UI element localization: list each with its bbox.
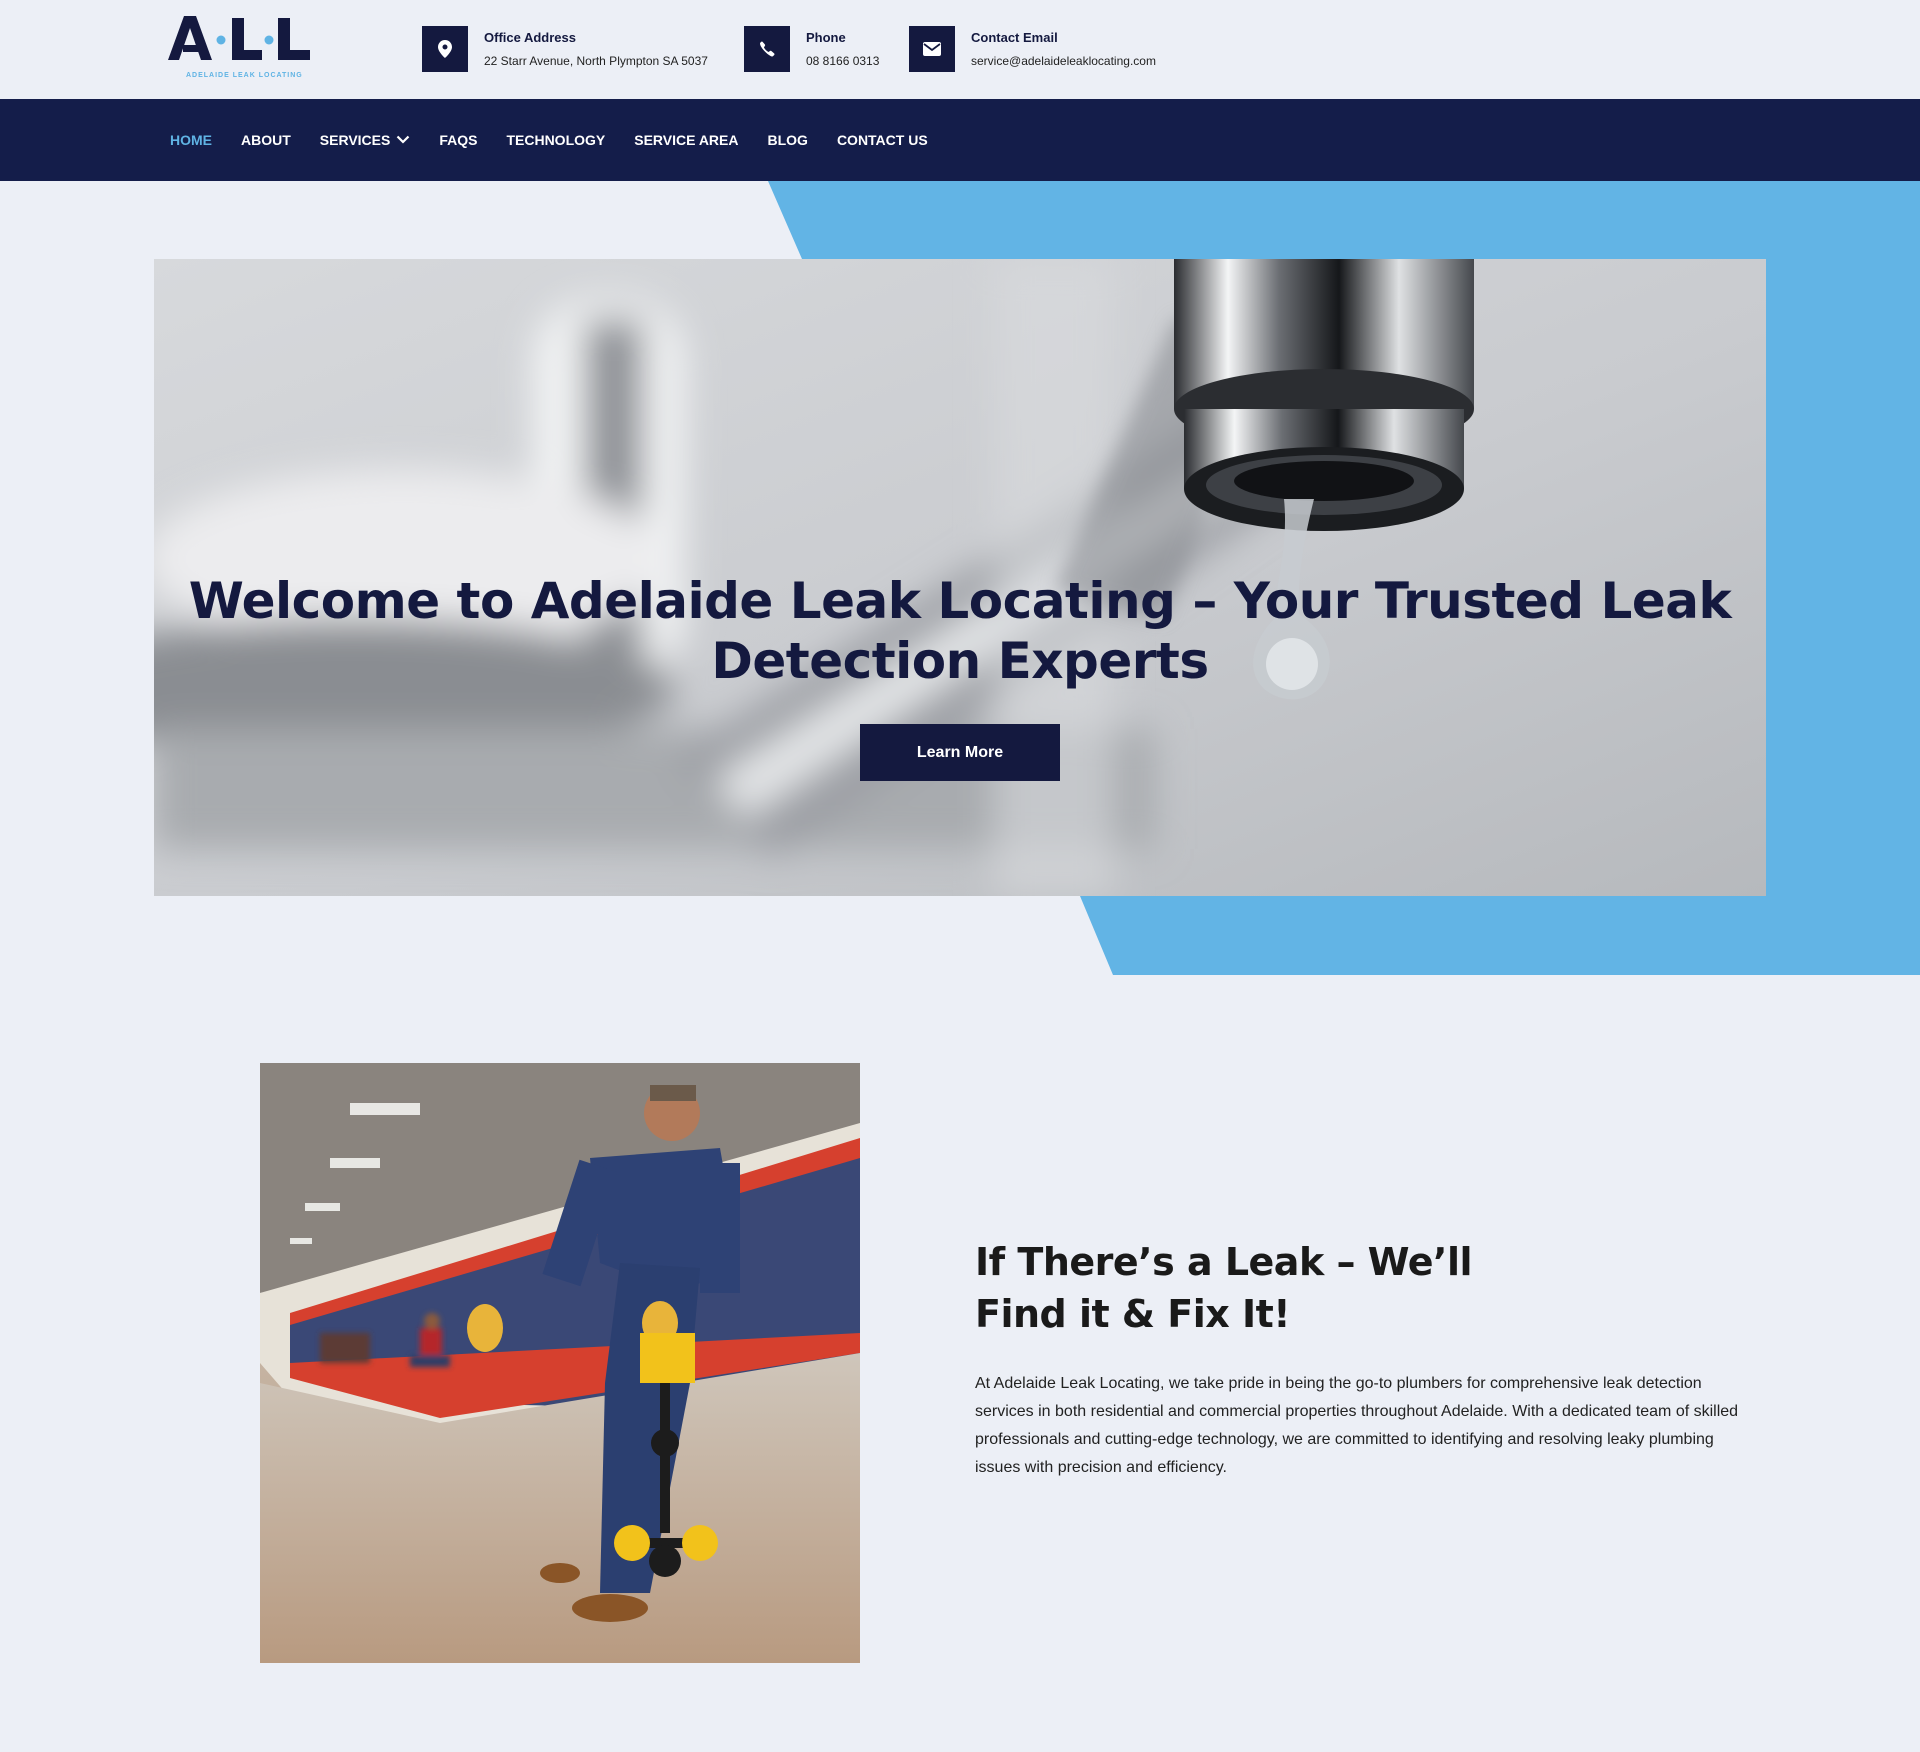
nav-blog[interactable]: Blog	[767, 132, 807, 148]
nav-technology[interactable]: Technology	[506, 132, 605, 148]
nav-faqs[interactable]: FAQs	[439, 132, 477, 148]
hero-title: Welcome to Adelaide Leak Locating – Your…	[188, 572, 1732, 690]
about-paragraph: At Adelaide Leak Locating, we take pride…	[975, 1375, 1739, 1476]
learn-more-button[interactable]: Learn More	[860, 724, 1060, 781]
nav-services[interactable]: Services	[319, 132, 410, 148]
phone-value[interactable]: 08 8166 0313	[806, 51, 879, 71]
nav-about[interactable]: About	[241, 132, 291, 148]
logo-tagline: ADELAIDE LEAK LOCATING	[186, 72, 303, 79]
site-logo[interactable]: ADELAIDE LEAK LOCATING	[166, 14, 314, 82]
top-bar: ADELAIDE LEAK LOCATING Office Address 22…	[0, 0, 1920, 99]
office-address-title: Office Address	[484, 30, 576, 45]
email-value[interactable]: service@adelaideleaklocating.com	[971, 51, 1156, 71]
nav-service-area[interactable]: Service Area	[634, 132, 738, 148]
main-navigation: Home About Services FAQs Technology Serv…	[0, 99, 1920, 181]
logo-mark	[168, 16, 310, 60]
about-heading: If There’s a Leak – We’ll Find it & Fix …	[975, 1240, 1473, 1336]
phone-title: Phone	[806, 30, 846, 45]
phone-icon	[744, 26, 790, 72]
envelope-icon	[909, 26, 955, 72]
email-title: Contact Email	[971, 30, 1058, 45]
nav-services-label: Services	[319, 132, 391, 148]
technician-leak-detection-image	[260, 1063, 860, 1663]
office-address-value: 22 Starr Avenue, North Plympton SA 5037	[484, 54, 708, 68]
chevron-down-icon[interactable]	[396, 132, 410, 148]
nav-home[interactable]: Home	[170, 132, 212, 148]
nav-faqs-label: FAQs	[439, 132, 478, 148]
nav-contact-us[interactable]: Contact Us	[837, 132, 928, 148]
map-pin-icon	[422, 26, 468, 72]
